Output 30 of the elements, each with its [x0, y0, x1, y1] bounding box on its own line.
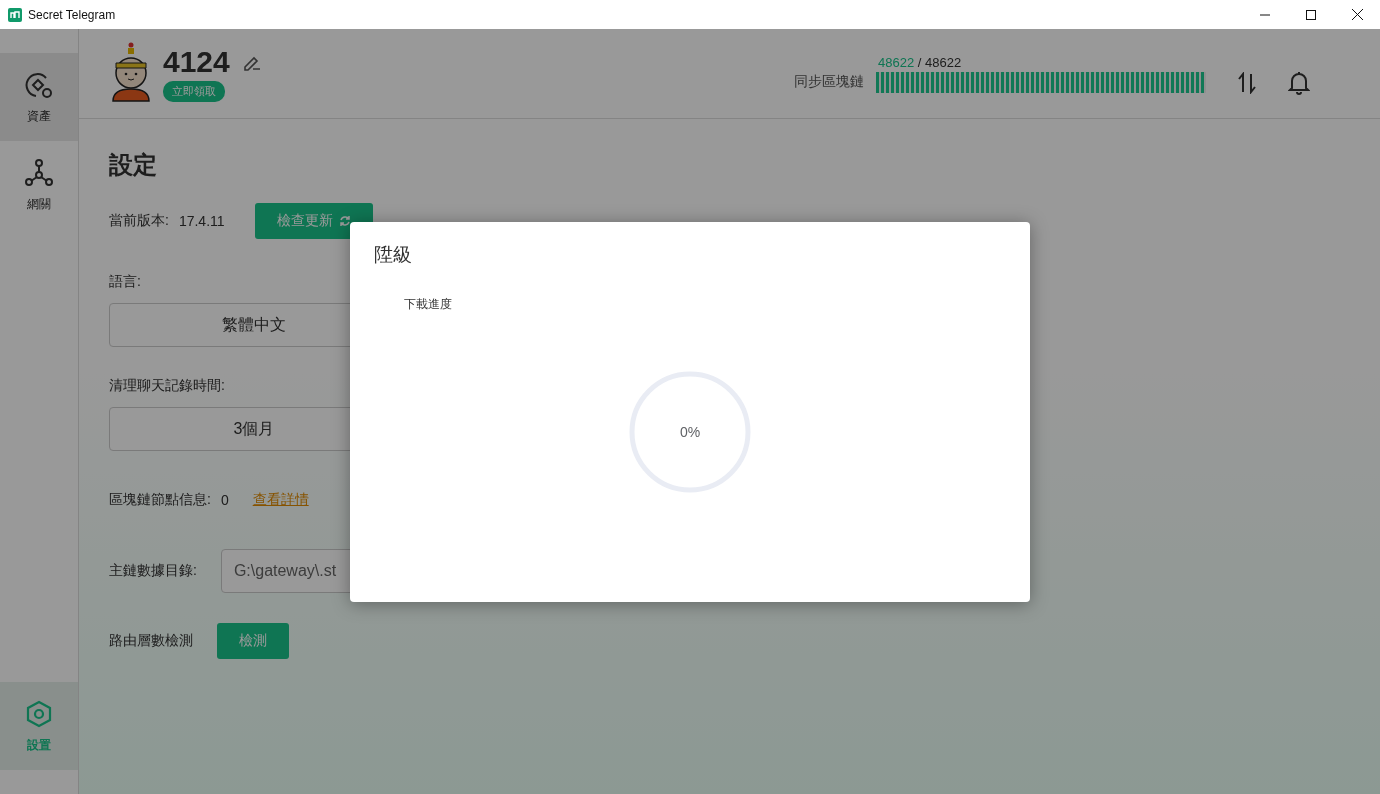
- route-check-label: 路由層數檢測: [109, 632, 193, 650]
- version-label: 當前版本:: [109, 212, 169, 230]
- clear-history-label: 清理聊天記錄時間:: [109, 377, 225, 393]
- detect-button[interactable]: 檢測: [217, 623, 289, 659]
- hexagon-icon: [24, 698, 54, 729]
- progress-percent: 0%: [679, 424, 701, 440]
- network-icon: [24, 157, 54, 188]
- sidebar-item[interactable]: 資產: [0, 53, 78, 141]
- sidebar-item[interactable]: 網關: [0, 141, 78, 229]
- close-icon: [1351, 9, 1363, 20]
- username: 4124: [163, 45, 230, 79]
- dialog-title: 陞級: [374, 243, 413, 267]
- version-value: 17.4.11: [178, 213, 225, 229]
- check-update-button[interactable]: 檢查更新: [254, 203, 373, 239]
- download-progress-label: 下載進度: [404, 296, 453, 313]
- maximize-icon: [1306, 9, 1316, 20]
- app-logo-icon: [8, 7, 22, 22]
- node-info-value: 0: [220, 492, 229, 508]
- language-label: 語言:: [109, 273, 141, 289]
- sync-count: 48622 / 48622: [878, 54, 963, 70]
- refresh-icon: [338, 215, 351, 227]
- settings-title: 設定: [109, 150, 158, 180]
- window-title: Secret Telegram: [28, 7, 117, 22]
- node-info-label: 區塊鏈節點信息:: [109, 491, 211, 509]
- bell-icon[interactable]: [1288, 70, 1310, 95]
- view-details-link[interactable]: 查看詳情: [252, 491, 309, 509]
- claim-badge[interactable]: 立即領取: [163, 81, 225, 102]
- sync-label: 同步區塊鏈: [794, 73, 864, 91]
- data-directory-label: 主鏈數據目錄:: [109, 562, 197, 580]
- sort-arrows-icon[interactable]: [1236, 71, 1258, 94]
